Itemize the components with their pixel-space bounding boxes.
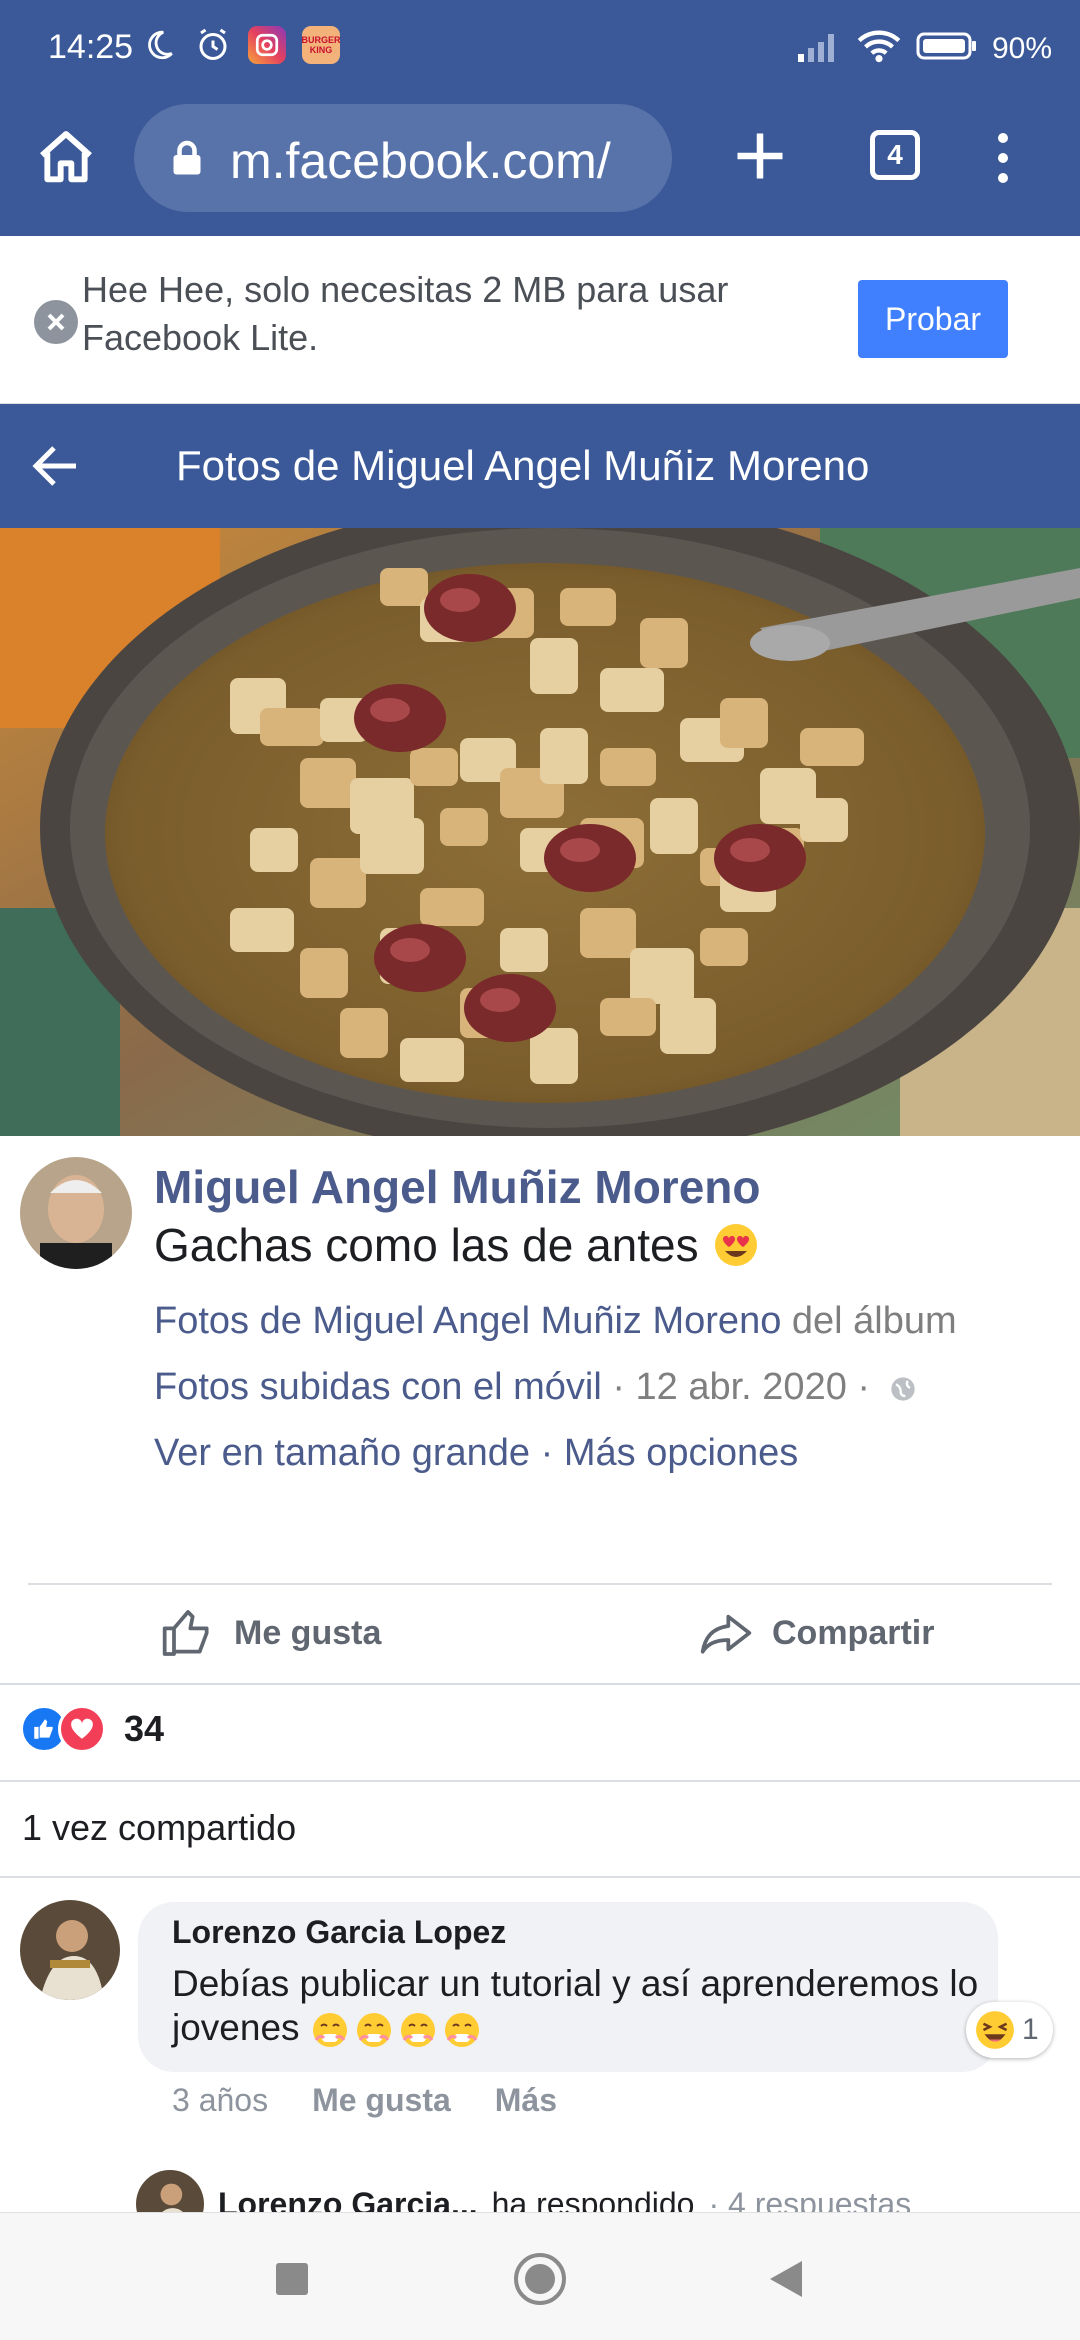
circle-icon	[514, 2253, 566, 2305]
comment-meta: 3 años Me gusta Más	[172, 2082, 557, 2119]
url-bar[interactable]: m.facebook.com/	[134, 104, 672, 212]
more-vert-icon	[998, 133, 1008, 183]
date-line: Fotos subidas con el móvil · 12 abr. 202…	[154, 1366, 917, 1409]
album-word: del álbum	[781, 1300, 957, 1342]
comment-like-link[interactable]: Me gusta	[312, 2082, 451, 2119]
reaction-summary[interactable]: 34	[20, 1705, 164, 1753]
caption-text: Gachas como las de antes	[154, 1219, 699, 1271]
battery-icon	[916, 31, 978, 66]
options-separator: ·	[530, 1432, 564, 1474]
gachas-dish-image	[0, 528, 1080, 1136]
wifi-icon	[856, 28, 902, 69]
album-owner-link[interactable]: Fotos de Miguel Angel Muñiz Moreno	[154, 1300, 781, 1342]
globe-icon	[890, 1377, 915, 1401]
back-button[interactable]	[32, 444, 78, 488]
comment-text: Debías publicar un tutorial y así aprend…	[172, 1963, 979, 2048]
share-label: Compartir	[772, 1613, 935, 1652]
divider	[28, 1583, 1052, 1585]
heart-eyes-emoji-icon	[714, 1224, 757, 1266]
probar-button[interactable]: Probar	[858, 280, 1008, 358]
reaction-count: 34	[124, 1708, 165, 1749]
alarm-icon	[194, 26, 232, 64]
love-reaction-icon	[58, 1705, 106, 1753]
facebook-lite-banner: Hee Hee, solo necesitas 2 MB para usar F…	[0, 236, 1080, 404]
thumbs-up-icon	[162, 1610, 209, 1656]
share-button[interactable]: Compartir	[698, 1605, 934, 1661]
instagram-icon	[248, 26, 286, 64]
post-caption: Gachas como las de antes	[154, 1218, 759, 1272]
options-line: Ver en tamaño grande · Más opciones	[154, 1432, 798, 1475]
home-nav-button[interactable]	[512, 2251, 568, 2307]
page-header: Fotos de Miguel Angel Muñiz Moreno	[0, 404, 1080, 528]
hot-face-emoji-icon	[400, 2013, 435, 2048]
close-banner-button[interactable]	[34, 300, 78, 344]
comment-reaction-count: 1	[1022, 2013, 1039, 2046]
home-button[interactable]	[34, 126, 98, 190]
emoji-group	[310, 2007, 486, 2048]
comment-reaction-pill[interactable]: 1	[966, 2002, 1053, 2058]
banner-text: Hee Hee, solo necesitas 2 MB para usar F…	[82, 269, 729, 358]
close-icon	[47, 313, 65, 331]
system-nav-bar	[0, 2212, 1080, 2340]
triangle-back-icon	[770, 2261, 802, 2297]
post-author-name[interactable]: Miguel Angel Muñiz Moreno	[154, 1160, 760, 1214]
commenter-avatar[interactable]	[20, 1900, 120, 2000]
hot-face-emoji-icon	[312, 2013, 347, 2048]
new-tab-button[interactable]	[730, 126, 790, 186]
album-line: Fotos de Miguel Angel Muñiz Moreno del á…	[154, 1300, 957, 1343]
moon-icon	[140, 26, 178, 64]
view-large-link[interactable]: Ver en tamaño grande	[154, 1432, 530, 1474]
comment-bubble: Lorenzo Garcia Lopez Debías publicar un …	[138, 1902, 998, 2072]
hot-face-emoji-icon	[356, 2013, 391, 2048]
battery-percent: 90%	[991, 31, 1052, 65]
home-icon	[40, 131, 92, 183]
url-text: m.facebook.com/	[230, 133, 611, 189]
share-count[interactable]: 1 vez compartido	[22, 1807, 296, 1849]
page-title: Fotos de Miguel Angel Muñiz Moreno	[176, 442, 870, 489]
signal-icon	[796, 30, 842, 67]
square-icon	[276, 2263, 308, 2295]
haha-reaction-icon	[976, 2011, 1014, 2049]
like-label: Me gusta	[234, 1613, 382, 1652]
browser-toolbar: m.facebook.com/ 4	[0, 100, 1080, 236]
comment-author[interactable]: Lorenzo Garcia Lopez	[172, 1914, 506, 1951]
comment-time: 3 años	[172, 2082, 269, 2118]
lock-icon	[173, 140, 201, 175]
back-arrow-icon	[32, 446, 76, 486]
album-name-link[interactable]: Fotos subidas con el móvil	[154, 1366, 602, 1408]
post-date: · 12 abr. 2020 ·	[601, 1366, 871, 1408]
author-avatar[interactable]	[20, 1157, 132, 1269]
comment-more-link[interactable]: Más	[495, 2082, 557, 2119]
post-photo[interactable]: (function(){ const svg = document.queryS…	[0, 528, 1080, 1136]
comment-text-block: Debías publicar un tutorial y así aprend…	[172, 1962, 992, 2050]
back-nav-button[interactable]	[758, 2251, 814, 2307]
share-arrow-icon	[700, 1614, 752, 1654]
hot-face-emoji-icon	[444, 2013, 479, 2048]
divider	[0, 1876, 1080, 1878]
recents-button[interactable]	[264, 2251, 320, 2307]
more-options-link[interactable]: Más opciones	[564, 1432, 798, 1474]
menu-button[interactable]	[990, 128, 1016, 188]
plus-icon	[737, 133, 783, 179]
divider	[0, 1683, 1080, 1685]
tab-switcher-button[interactable]: 4	[870, 130, 920, 180]
burger-king-icon: BURGER KING	[302, 26, 341, 64]
divider	[0, 1780, 1080, 1782]
status-time: 14:25	[48, 28, 134, 66]
like-button[interactable]: Me gusta	[160, 1605, 381, 1661]
status-bar: 14:25 BURGER KING 90%	[0, 0, 1080, 100]
